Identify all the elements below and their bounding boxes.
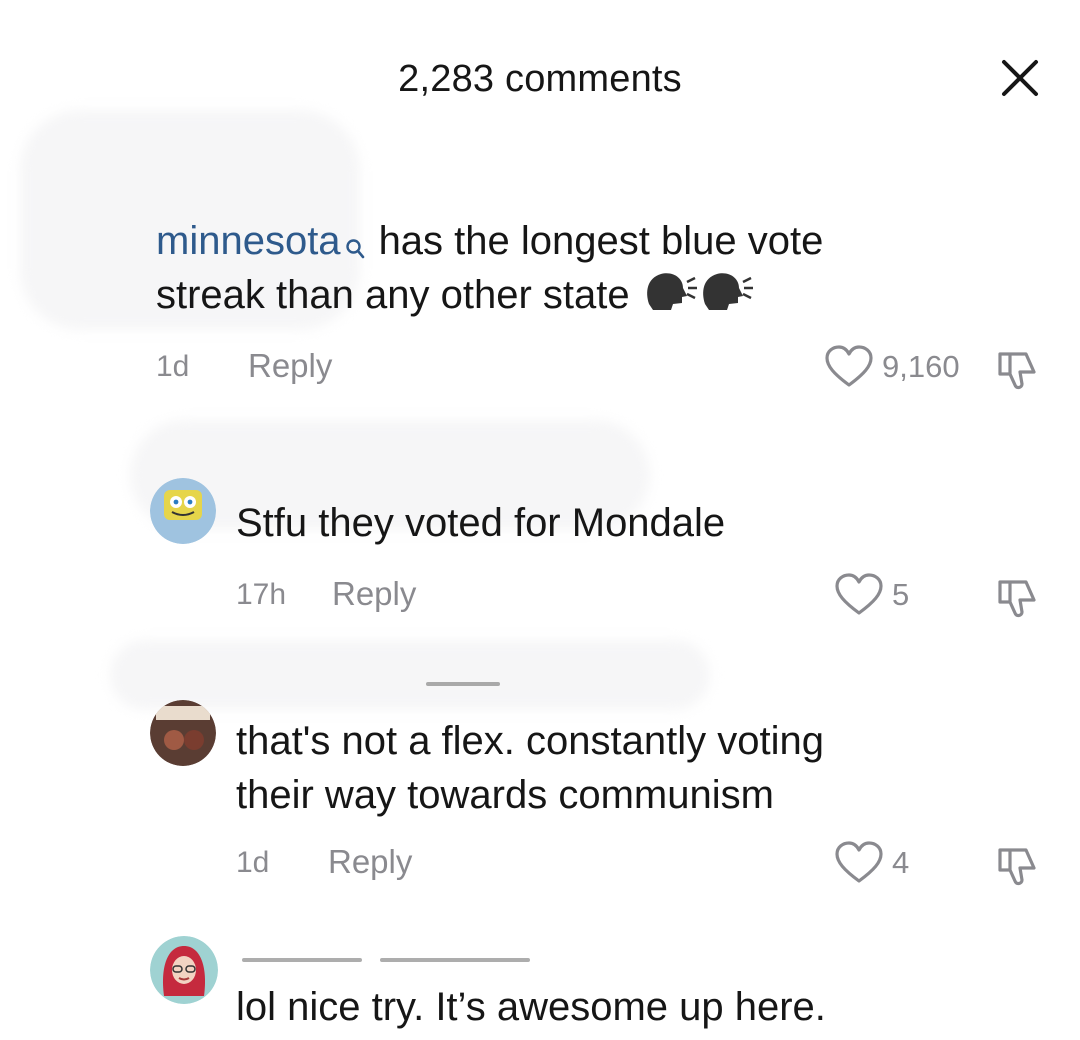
thumbs-down-icon xyxy=(998,848,1036,886)
comment-3-timestamp: 1d xyxy=(236,846,270,879)
comment-2-text: Stfu they voted for Mondale xyxy=(236,501,726,545)
blurred-username xyxy=(242,958,362,962)
comment-3-reply-button[interactable]: Reply xyxy=(328,843,412,881)
background-smudge xyxy=(110,640,710,710)
heart-icon xyxy=(835,573,883,615)
blurred-username xyxy=(426,682,500,686)
comment-2-like-count: 5 xyxy=(892,577,910,612)
search-icon xyxy=(345,220,365,274)
comment-1-dislike-button[interactable] xyxy=(996,348,1040,392)
comment-1-timestamp: 1d xyxy=(156,350,190,383)
comment-3-line2: their way towards communism xyxy=(236,773,774,817)
comment-2-reply-button[interactable]: Reply xyxy=(332,575,416,613)
avatar[interactable] xyxy=(150,700,216,766)
comment-1-text: minnesota has the longest blue vote xyxy=(156,214,823,274)
heart-icon xyxy=(835,841,883,883)
comment-3-like-count: 4 xyxy=(892,845,910,880)
comments-count-title: 2,283 comments xyxy=(398,58,682,100)
comment-1-line2-row: streak than any other state xyxy=(156,268,755,326)
comment-3-dislike-button[interactable] xyxy=(996,844,1040,888)
heart-icon xyxy=(825,345,873,387)
comment-3-line1: that's not a flex. constantly voting xyxy=(236,719,824,763)
speaking-head-icon xyxy=(643,268,755,326)
comment-1-line2: streak than any other state xyxy=(156,273,630,317)
comment-3-like-button[interactable]: 4 xyxy=(834,841,909,885)
comment-1-like-button[interactable]: 9,160 xyxy=(824,345,960,389)
username-link[interactable]: minnesota xyxy=(156,219,341,263)
thumbs-down-icon xyxy=(998,352,1036,390)
avatar[interactable] xyxy=(150,478,216,544)
comment-2-dislike-button[interactable] xyxy=(996,576,1040,620)
comment-1-reply-button[interactable]: Reply xyxy=(248,347,332,385)
comment-2-timestamp: 17h xyxy=(236,578,287,611)
comment-2-like-button[interactable]: 5 xyxy=(834,573,909,617)
close-icon xyxy=(1002,60,1038,96)
thumbs-down-icon xyxy=(998,580,1036,618)
comment-1-line1: has the longest blue vote xyxy=(378,219,824,263)
close-button[interactable] xyxy=(996,56,1044,104)
comment-1-like-count: 9,160 xyxy=(882,349,960,384)
comment-4-text: lol nice try. It’s awesome up here. xyxy=(236,985,826,1029)
blurred-username xyxy=(380,958,530,962)
avatar[interactable] xyxy=(150,936,218,1004)
